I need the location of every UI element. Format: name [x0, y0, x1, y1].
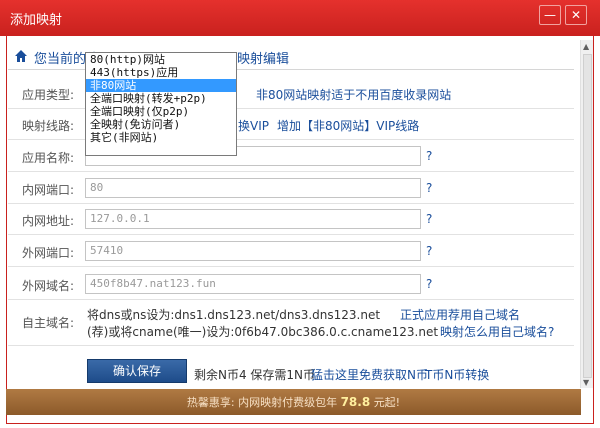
use-own-domain-link[interactable]: 正式应用荐用自己域名 — [400, 306, 520, 323]
convert-coins-link[interactable]: T币N币转换 — [425, 366, 489, 383]
vertical-scrollbar[interactable]: ▲ ▼ — [580, 40, 593, 388]
row-divider — [8, 345, 574, 346]
promo-prefix: 热馨惠享: 内网映射付费级包年 — [186, 396, 338, 409]
own-domain-howto-link[interactable]: 映射怎么用自己域名? — [440, 323, 554, 340]
promo-price: 78.8 — [340, 395, 371, 409]
app-type-label: 应用类型: — [22, 88, 75, 102]
app-type-option[interactable]: 443(https)应用 — [86, 66, 236, 79]
switch-vip-link[interactable]: 换VIP — [238, 117, 269, 134]
external-port-help-icon[interactable]: ? — [426, 244, 432, 258]
remaining-coins-text: 剩余N币4 保存需1N币 — [194, 368, 316, 382]
external-domain-label: 外网域名: — [22, 279, 75, 293]
scroll-down-icon[interactable]: ▼ — [583, 378, 589, 387]
app-type-option[interactable]: 全端口映射(转发+p2p) — [86, 92, 236, 105]
internal-port-input[interactable]: 80 — [85, 178, 421, 198]
app-type-option[interactable]: 全端口映射(仅p2p) — [86, 105, 236, 118]
app-type-option[interactable]: 其它(非网站) — [86, 131, 236, 144]
add-vip-line-link[interactable]: 增加【非80网站】VIP线路 — [277, 117, 419, 134]
minimize-button[interactable]: — — [539, 5, 561, 25]
window-title: 添加映射 — [10, 13, 63, 28]
external-domain-input[interactable]: 450f8b47.nat123.fun — [85, 274, 421, 294]
title-bar: 添加映射 — ✕ — [0, 0, 600, 36]
dns-instruction: 将dns或ns设为:dns1.dns123.net/dns3.dns123.ne… — [87, 308, 381, 322]
app-type-option-selected[interactable]: 非80网站 — [86, 79, 236, 92]
app-name-help-icon[interactable]: ? — [426, 149, 432, 163]
promo-suffix: 元起! — [373, 396, 401, 409]
external-port-input[interactable]: 57410 — [85, 241, 421, 261]
scroll-thumb[interactable] — [583, 54, 592, 378]
breadcrumb-current: 映射编辑 — [237, 52, 290, 67]
internal-port-label: 内网端口: — [22, 183, 75, 197]
app-type-dropdown[interactable]: 80(http)网站 443(https)应用 非80网站 全端口映射(转发+p… — [85, 52, 237, 156]
external-port-label: 外网端口: — [22, 246, 75, 260]
earn-coins-link[interactable]: 猛击这里免费获取N币 — [311, 366, 428, 383]
app-type-option[interactable]: 80(http)网站 — [86, 53, 236, 66]
app-type-note-link[interactable]: 非80网站映射适于不用百度收录网站 — [256, 86, 451, 103]
row-divider — [8, 203, 574, 204]
own-domain-label: 自主域名: — [22, 316, 75, 330]
row-divider — [8, 266, 574, 267]
scroll-up-icon[interactable]: ▲ — [583, 42, 589, 51]
app-type-option[interactable]: 全映射(免访问者) — [86, 118, 236, 131]
cname-instruction: (荐)或将cname(唯一)设为:0f6b47.0bc386.0.c.cname… — [87, 325, 439, 339]
internal-addr-help-icon[interactable]: ? — [426, 212, 432, 226]
home-icon — [15, 50, 27, 62]
app-name-label: 应用名称: — [22, 151, 75, 165]
close-button[interactable]: ✕ — [565, 5, 587, 25]
row-divider — [8, 299, 574, 300]
external-domain-help-icon[interactable]: ? — [426, 277, 432, 291]
row-divider — [8, 234, 574, 235]
internal-addr-label: 内网地址: — [22, 214, 75, 228]
promo-banner[interactable]: 热馨惠享: 内网映射付费级包年 78.8 元起! — [6, 389, 581, 415]
row-divider — [8, 171, 574, 172]
internal-port-help-icon[interactable]: ? — [426, 181, 432, 195]
internal-addr-input[interactable]: 127.0.0.1 — [85, 209, 421, 229]
confirm-save-button[interactable]: 确认保存 — [87, 359, 187, 383]
line-label: 映射线路: — [22, 119, 75, 133]
